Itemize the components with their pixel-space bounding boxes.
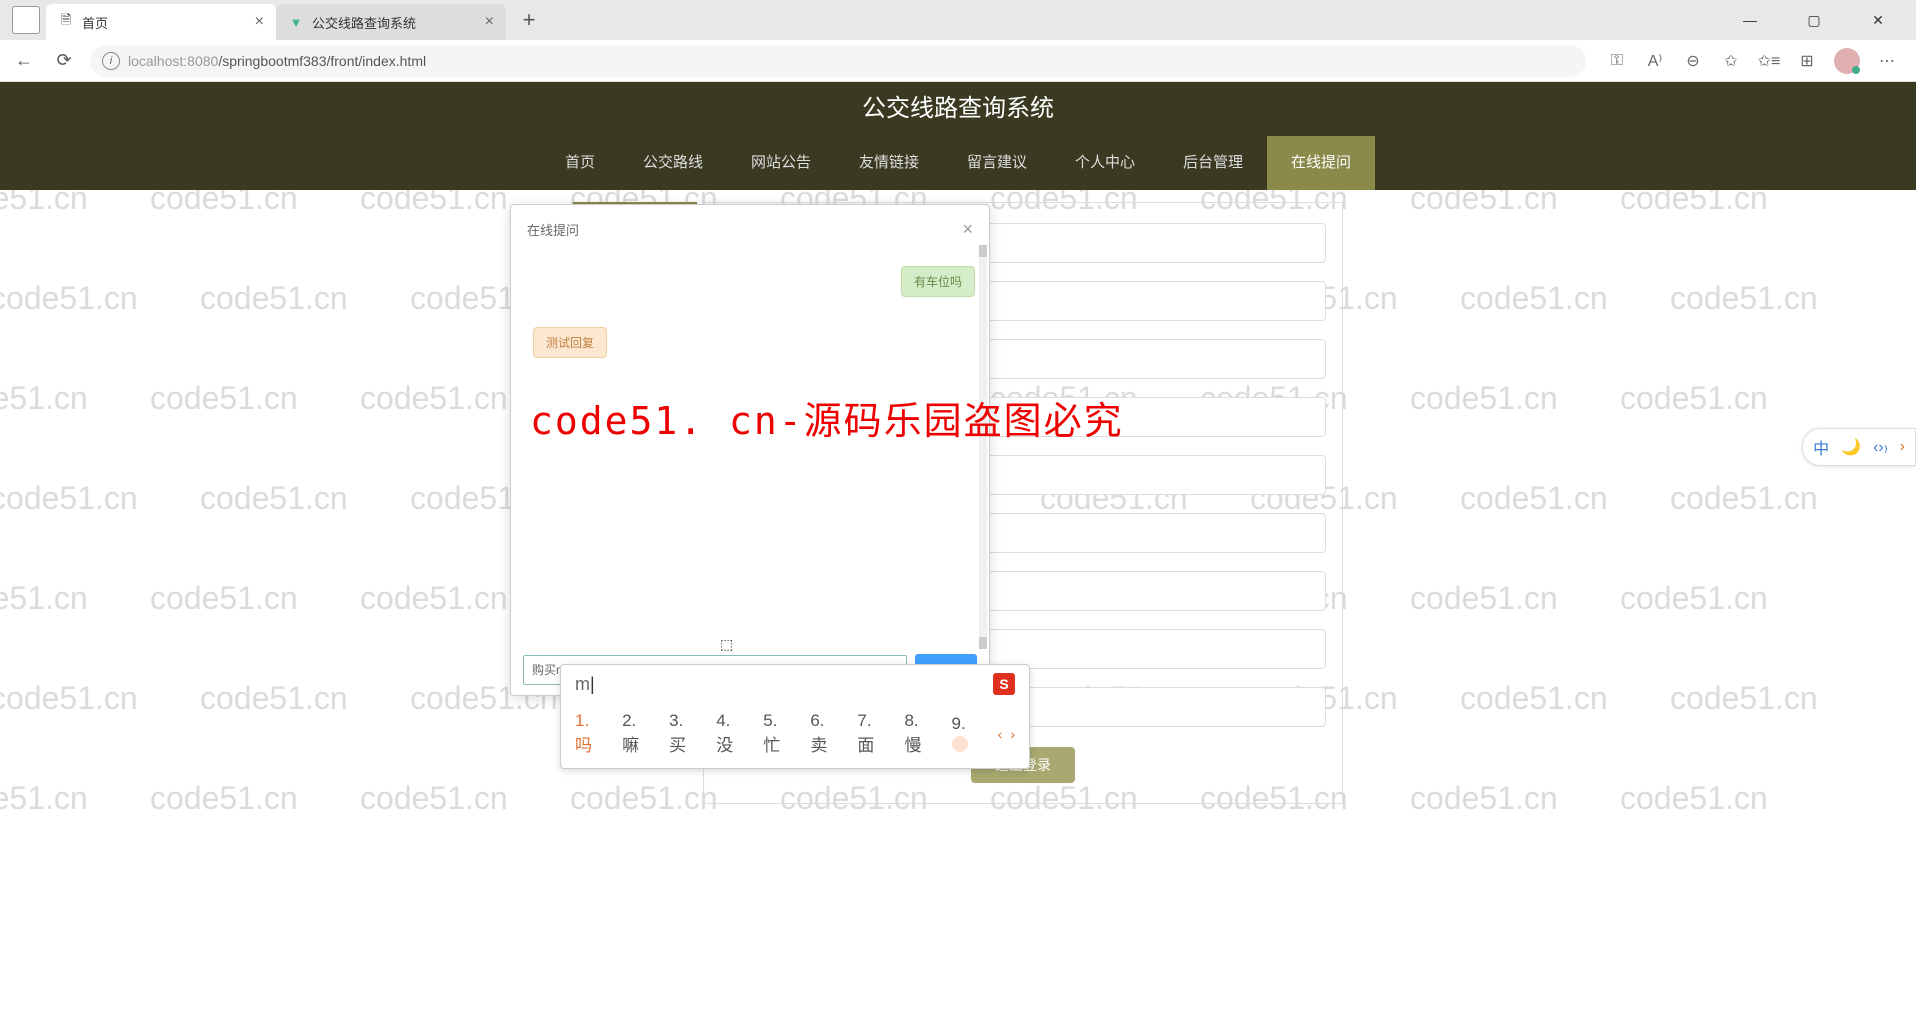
tab-0[interactable]: 🗎 首页 ×	[46, 4, 276, 40]
scrollbar[interactable]	[979, 245, 987, 649]
message-bubble: 测试回复	[533, 327, 607, 358]
read-aloud-icon[interactable]: A⁾	[1644, 50, 1666, 72]
floating-toolbar: 中 🌙 ‹›₎ ›	[1802, 428, 1916, 466]
ime-candidate-3[interactable]: 4.没	[716, 711, 745, 756]
ime-candidate-5[interactable]: 6.卖	[810, 711, 839, 756]
nav-item-7[interactable]: 在线提问	[1267, 136, 1375, 190]
maximize-button[interactable]: ▢	[1794, 5, 1834, 35]
ime-next-icon[interactable]: ›	[1010, 726, 1015, 742]
ime-lang-icon[interactable]: 中	[1813, 435, 1829, 459]
minimize-button[interactable]: —	[1730, 5, 1770, 35]
nav-item-0[interactable]: 首页	[541, 136, 619, 190]
close-window-button[interactable]: ✕	[1858, 5, 1898, 35]
ime-candidate-box: m S 1.吗 2.嘛 3.买 4.没 5.忙 6.卖 7.面 8.慢 9. ‹ ›	[560, 664, 1030, 769]
ime-candidate-6[interactable]: 7.面	[857, 711, 886, 756]
refresh-button[interactable]: ⟳	[50, 47, 78, 75]
code-icon[interactable]: ‹›₎	[1873, 437, 1888, 457]
more-icon[interactable]: ⋯	[1876, 50, 1898, 72]
main-nav: 首页公交路线网站公告友情链接留言建议个人中心后台管理在线提问	[0, 136, 1916, 190]
tab-title: 公交线路查询系统	[312, 13, 416, 32]
zoom-icon[interactable]: ⊖	[1682, 50, 1704, 72]
collections-icon[interactable]: ⊞	[1796, 50, 1818, 72]
vue-icon: ▼	[288, 14, 304, 30]
ime-input-text: m	[575, 674, 595, 695]
ime-candidate-2[interactable]: 3.买	[669, 711, 698, 756]
chat-modal: 在线提问 × 有车位吗 测试回复 ☺ 发布	[510, 204, 990, 696]
nav-item-4[interactable]: 留言建议	[943, 136, 1051, 190]
sogou-icon: S	[993, 673, 1015, 695]
favorites-bar-icon[interactable]: ✩≡	[1758, 50, 1780, 72]
nav-item-5[interactable]: 个人中心	[1051, 136, 1159, 190]
message-sent: 有车位吗	[525, 266, 975, 297]
ime-prev-icon[interactable]: ‹	[998, 726, 1003, 742]
close-icon[interactable]: ×	[255, 13, 264, 31]
url-text: localhost:8080/springbootmf383/front/ind…	[128, 53, 426, 69]
ime-candidate-0[interactable]: 1.吗	[575, 711, 604, 756]
expand-icon[interactable]: ›	[1900, 438, 1905, 456]
ime-candidate-8[interactable]: 9.	[952, 714, 980, 754]
moon-icon[interactable]: 🌙	[1841, 437, 1861, 457]
address-bar: ← ⟳ i localhost:8080/springbootmf383/fro…	[0, 40, 1916, 82]
ime-candidates: 1.吗 2.嘛 3.买 4.没 5.忙 6.卖 7.面 8.慢 9. ‹ ›	[561, 703, 1029, 768]
nav-item-3[interactable]: 友情链接	[835, 136, 943, 190]
close-icon[interactable]: ×	[962, 219, 973, 240]
toolbar-right: ⚿ A⁾ ⊖ ✩ ✩≡ ⊞ ⋯	[1598, 48, 1906, 74]
back-button[interactable]: ←	[10, 47, 38, 75]
nav-item-6[interactable]: 后台管理	[1159, 136, 1267, 190]
close-icon[interactable]: ×	[485, 13, 494, 31]
tab-title: 首页	[82, 13, 108, 32]
tab-add-button[interactable]: +	[514, 7, 544, 33]
ime-input-row: m S	[561, 665, 1029, 703]
tab-overview-button[interactable]	[12, 6, 40, 34]
message-bubble: 有车位吗	[901, 266, 975, 297]
window-controls: — ▢ ✕	[1730, 5, 1910, 35]
tab-1[interactable]: ▼ 公交线路查询系统 ×	[276, 4, 506, 40]
avatar[interactable]	[1834, 48, 1860, 74]
site-info-icon[interactable]: i	[102, 52, 120, 70]
modal-header: 在线提问 ×	[511, 205, 989, 254]
modal-title: 在线提问	[527, 220, 579, 239]
page-title: 公交线路查询系统	[0, 82, 1916, 136]
nav-item-1[interactable]: 公交路线	[619, 136, 727, 190]
favorite-icon[interactable]: ✩	[1720, 50, 1742, 72]
tab-bar: 🗎 首页 × ▼ 公交线路查询系统 × + — ▢ ✕	[0, 0, 1916, 40]
ime-candidate-1[interactable]: 2.嘛	[622, 711, 651, 756]
browser-chrome: 🗎 首页 × ▼ 公交线路查询系统 × + — ▢ ✕ ← ⟳ i localh…	[0, 0, 1916, 82]
message-received: 测试回复	[525, 327, 975, 358]
url-input[interactable]: i localhost:8080/springbootmf383/front/i…	[90, 45, 1586, 77]
nav-item-2[interactable]: 网站公告	[727, 136, 835, 190]
page-icon: 🗎	[58, 14, 74, 30]
key-icon[interactable]: ⚿	[1606, 50, 1628, 72]
modal-body: 有车位吗 测试回复	[511, 254, 989, 644]
ime-candidate-7[interactable]: 8.慢	[904, 711, 933, 756]
ime-candidate-4[interactable]: 5.忙	[763, 711, 792, 756]
